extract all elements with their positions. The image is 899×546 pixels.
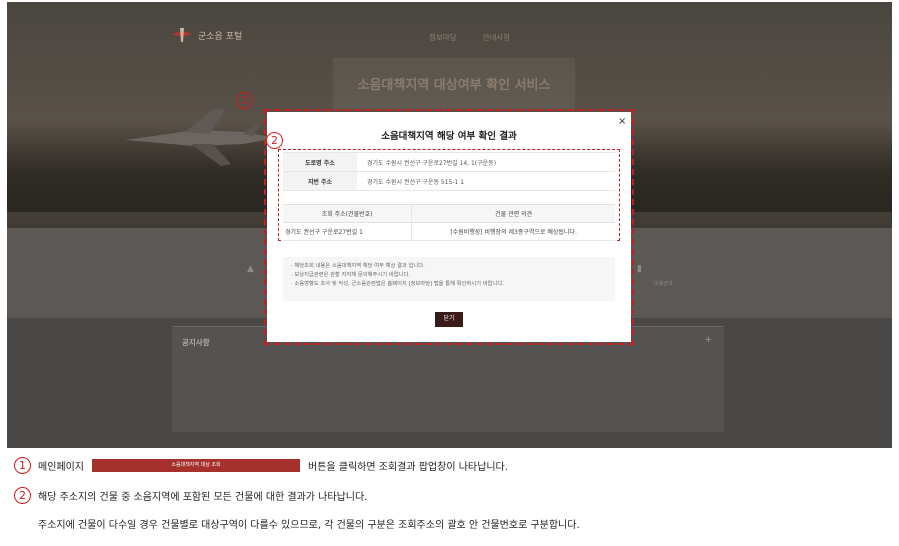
caption-marker-two: 2 bbox=[14, 487, 31, 504]
caption-one-suffix: 버튼을 클릭하면 조회결과 팝업창이 나타납니다. bbox=[308, 462, 508, 473]
caption-two-text: 해당 주소지의 건물 중 소음지역에 포함된 모든 건물에 대한 결과가 나타납… bbox=[38, 492, 368, 503]
notice-more-icon[interactable]: + bbox=[704, 335, 712, 345]
marker-one: 1 bbox=[236, 92, 253, 109]
notice-title: 공지사항 bbox=[182, 338, 210, 347]
building-opinion-cell: [수원비행장] 비행장의 제3종구역으로 예상됩니다. bbox=[411, 222, 615, 241]
caption-two: 2 해당 주소지의 건물 중 소음지역에 포함된 모든 건물에 대한 결과가 나… bbox=[14, 487, 367, 504]
band-text-left: ... bbox=[247, 280, 252, 286]
query-address-cell: 경기도 권선구 구운로27번길 1 bbox=[283, 222, 412, 241]
band-text-right[interactable]: 이용안내 bbox=[654, 280, 672, 287]
nav-info[interactable]: 정보마당 bbox=[429, 32, 457, 43]
column-header: 조회 주소(건물번호) bbox=[283, 204, 412, 223]
info-line: · 소음영향도 조사 및 작성, 군소음관련법은 홈페이지 [정보마당] 탭을 … bbox=[291, 280, 504, 287]
table-header-row: 조회 주소(건물번호) 건물 관련 의견 bbox=[283, 204, 615, 223]
road-address-value: 경기도 수원시 권선구 구운로27번길 14, 1(구운동) bbox=[357, 152, 615, 172]
close-icon[interactable]: × bbox=[618, 116, 626, 127]
close-button[interactable]: 닫기 bbox=[435, 312, 463, 327]
modal-title: 소음대책지역 해당 여부 확인 결과 bbox=[381, 131, 517, 142]
logo-text: 군소음 포털 bbox=[198, 31, 243, 42]
fighter-jet-image bbox=[125, 108, 275, 166]
portal-logo[interactable]: 군소음 포털 bbox=[172, 28, 242, 42]
info-notes: · 해당조회 내용은 소음대책지역 해당 여부 예상 결과 입니다. · 보상지… bbox=[283, 257, 615, 301]
table-row: 지번 주소 경기도 수원시 권선구 구운동 515-1 1 bbox=[283, 171, 615, 191]
nav-links: 정보마당 안내사항 bbox=[429, 32, 510, 43]
service-icon-right: ▮ bbox=[637, 264, 642, 274]
info-line: · 해당조회 내용은 소음대책지역 해당 여부 예상 결과 입니다. bbox=[291, 263, 425, 269]
caption-one: 1 메인페이지 소음대책지역 대상 조회 버튼을 클릭하면 조회결과 팝업창이 … bbox=[14, 457, 508, 474]
table-row: 경기도 권선구 구운로27번길 1 [수원비행장] 비행장의 제3종구역으로 예… bbox=[283, 222, 615, 241]
column-header: 건물 관련 의견 bbox=[411, 204, 615, 223]
service-icon-left: ▲ bbox=[247, 264, 254, 274]
info-line: · 보상지급관련은 관할 지자체 문의해주시기 바랍니다. bbox=[291, 271, 410, 278]
hero-title: 소음대책지역 대상여부 확인 서비스 bbox=[357, 78, 551, 93]
caption-marker-one: 1 bbox=[14, 457, 31, 474]
road-address-label: 도로명 주소 bbox=[283, 152, 357, 172]
hero-title-box: 소음대책지역 대상여부 확인 서비스 bbox=[333, 58, 575, 110]
marker-two: 2 bbox=[266, 132, 283, 149]
result-table: 조회 주소(건물번호) 건물 관련 의견 경기도 권선구 구운로27번길 1 [… bbox=[283, 204, 615, 241]
table-row: 도로명 주소 경기도 수원시 권선구 구운로27번길 14, 1(구운동) bbox=[283, 152, 615, 172]
caption-one-prefix: 메인페이지 bbox=[38, 462, 84, 473]
eagle-logo-icon bbox=[172, 28, 192, 42]
lot-address-label: 지번 주소 bbox=[283, 171, 357, 191]
lot-address-value: 경기도 수원시 권선구 구운동 515-1 1 bbox=[357, 171, 615, 191]
caption-three: 주소지에 건물이 다수일 경우 건물별로 대상구역이 다를수 있으므로, 각 건… bbox=[38, 520, 580, 531]
address-table: 도로명 주소 경기도 수원시 권선구 구운로27번길 14, 1(구운동) 지번… bbox=[283, 152, 615, 191]
lookup-button-sample: 소음대책지역 대상 조회 bbox=[92, 459, 300, 472]
nav-guide[interactable]: 안내사항 bbox=[483, 32, 511, 43]
result-modal: × 소음대책지역 해당 여부 확인 결과 도로명 주소 경기도 수원시 권선구 … bbox=[267, 112, 631, 342]
